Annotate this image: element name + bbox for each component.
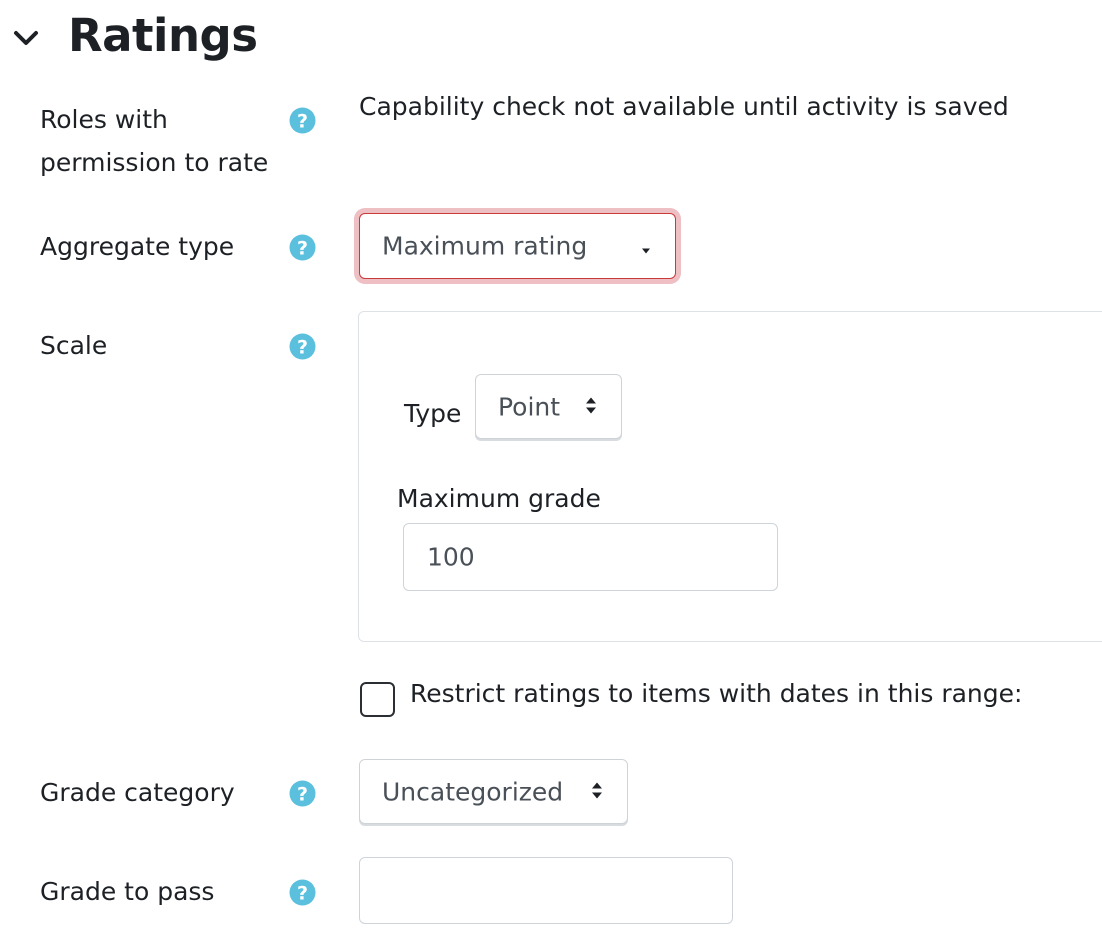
restrict-dates-label[interactable]: Restrict ratings to items with dates in … [410,676,1022,712]
svg-text:?: ? [297,784,308,806]
aggregate-type-value: Maximum rating [382,231,588,261]
sort-icon [584,392,598,421]
question-circle-icon[interactable]: ? [289,234,316,261]
grade-to-pass-input[interactable] [359,857,733,924]
aggregate-type-select[interactable]: Maximum rating [359,213,676,279]
roles-label: Roles with permission to rate [40,98,268,184]
aggregate-type-label: Aggregate type [40,232,235,261]
grade-category-select[interactable]: Uncategorized [359,759,628,824]
max-grade-value: 100 [427,542,475,572]
svg-text:?: ? [297,238,308,260]
scale-type-value: Point [498,392,561,421]
grade-category-value: Uncategorized [382,777,564,806]
question-circle-icon[interactable]: ? [289,879,316,906]
chevron-down-icon[interactable] [12,26,40,50]
grade-category-label: Grade category [40,778,235,807]
max-grade-input[interactable]: 100 [403,523,778,591]
scale-fieldset [358,311,1102,642]
scale-type-select[interactable]: Point [475,374,622,439]
sort-icon [590,777,604,806]
grade-to-pass-label: Grade to pass [40,877,215,906]
caret-down-icon [641,232,651,261]
scale-type-label: Type [404,399,462,428]
roles-label-line2: permission to rate [40,148,269,177]
question-circle-icon[interactable]: ? [289,107,316,134]
question-circle-icon[interactable]: ? [289,780,316,807]
roles-capability-text: Capability check not available until act… [359,92,1009,121]
section-title[interactable]: Ratings [68,4,258,68]
svg-text:?: ? [297,337,308,359]
roles-label-line1: Roles with [40,105,168,134]
question-circle-icon[interactable]: ? [289,333,316,360]
scale-label: Scale [40,331,108,360]
svg-text:?: ? [297,883,308,905]
svg-text:?: ? [297,111,308,133]
restrict-dates-checkbox[interactable] [360,682,395,717]
max-grade-label: Maximum grade [397,484,601,513]
